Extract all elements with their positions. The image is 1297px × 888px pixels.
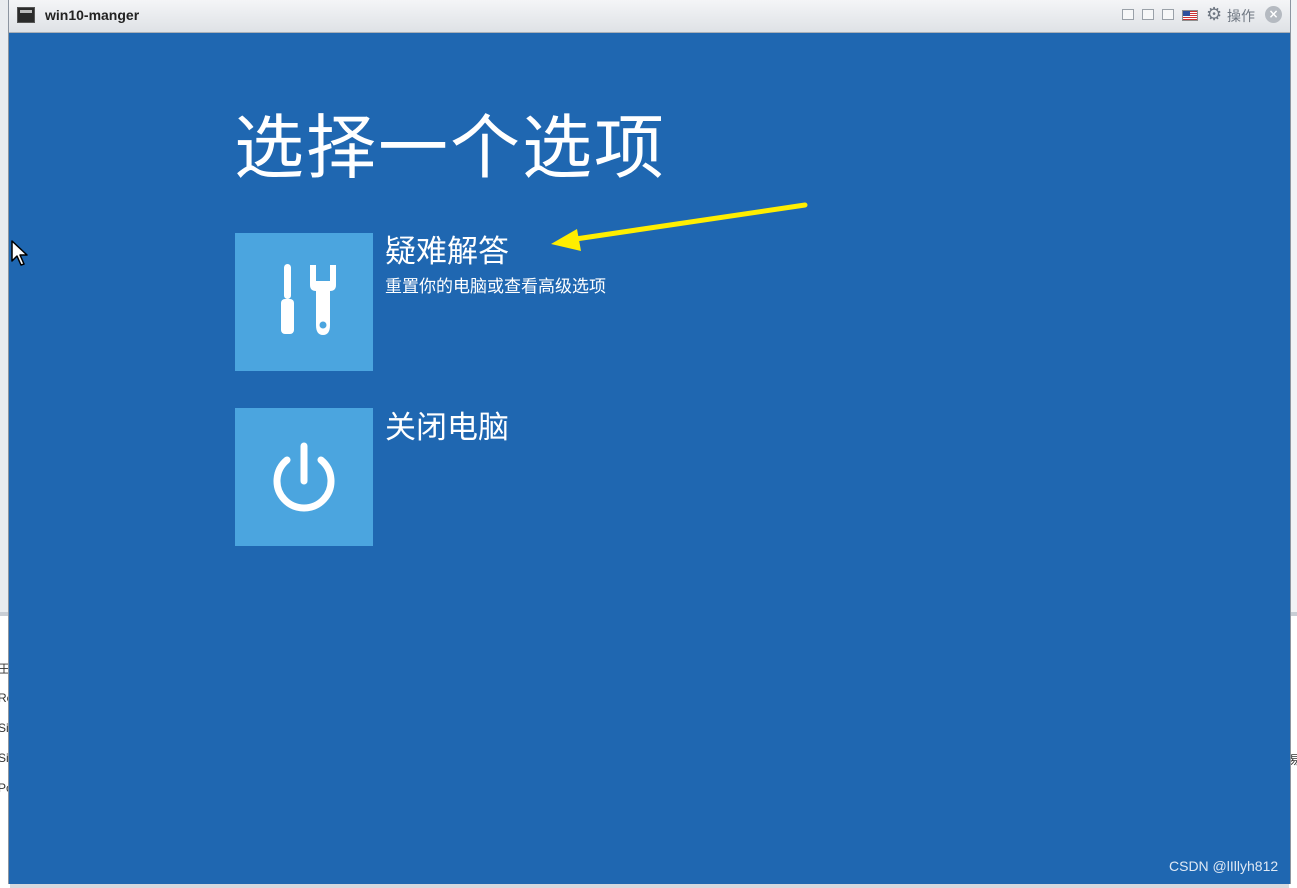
shutdown-tile[interactable] — [235, 408, 373, 546]
mouse-cursor-icon — [11, 240, 28, 266]
vm-console-window: win10-manger ⚙ 操作 × 选择一个选项 疑难解答 重置你的电脑或查… — [8, 0, 1291, 884]
minimize-button[interactable] — [1142, 9, 1154, 20]
watermark: CSDN @lIllyh812 — [1169, 858, 1279, 874]
restore-button[interactable] — [1122, 9, 1134, 20]
annotation-arrow-icon — [551, 202, 808, 251]
operations-menu[interactable]: 操作 — [1227, 6, 1255, 26]
close-button[interactable]: × — [1265, 6, 1282, 23]
tools-icon — [281, 264, 336, 335]
power-icon — [273, 442, 335, 512]
gear-icon[interactable]: ⚙ — [1206, 5, 1222, 25]
troubleshoot-title[interactable]: 疑难解答 — [385, 226, 509, 271]
keyboard-language-flag-icon[interactable] — [1182, 10, 1198, 21]
troubleshoot-tile[interactable] — [235, 233, 373, 371]
console-app-icon — [17, 7, 35, 23]
page-title: 选择一个选项 — [234, 107, 666, 189]
window-title: win10-manger — [45, 7, 140, 23]
troubleshoot-description[interactable]: 重置你的电脑或查看高级选项 — [385, 272, 606, 297]
window-titlebar[interactable]: win10-manger ⚙ 操作 × — [9, 0, 1290, 33]
maximize-button[interactable] — [1162, 9, 1174, 20]
shutdown-title[interactable]: 关闭电脑 — [385, 402, 509, 447]
